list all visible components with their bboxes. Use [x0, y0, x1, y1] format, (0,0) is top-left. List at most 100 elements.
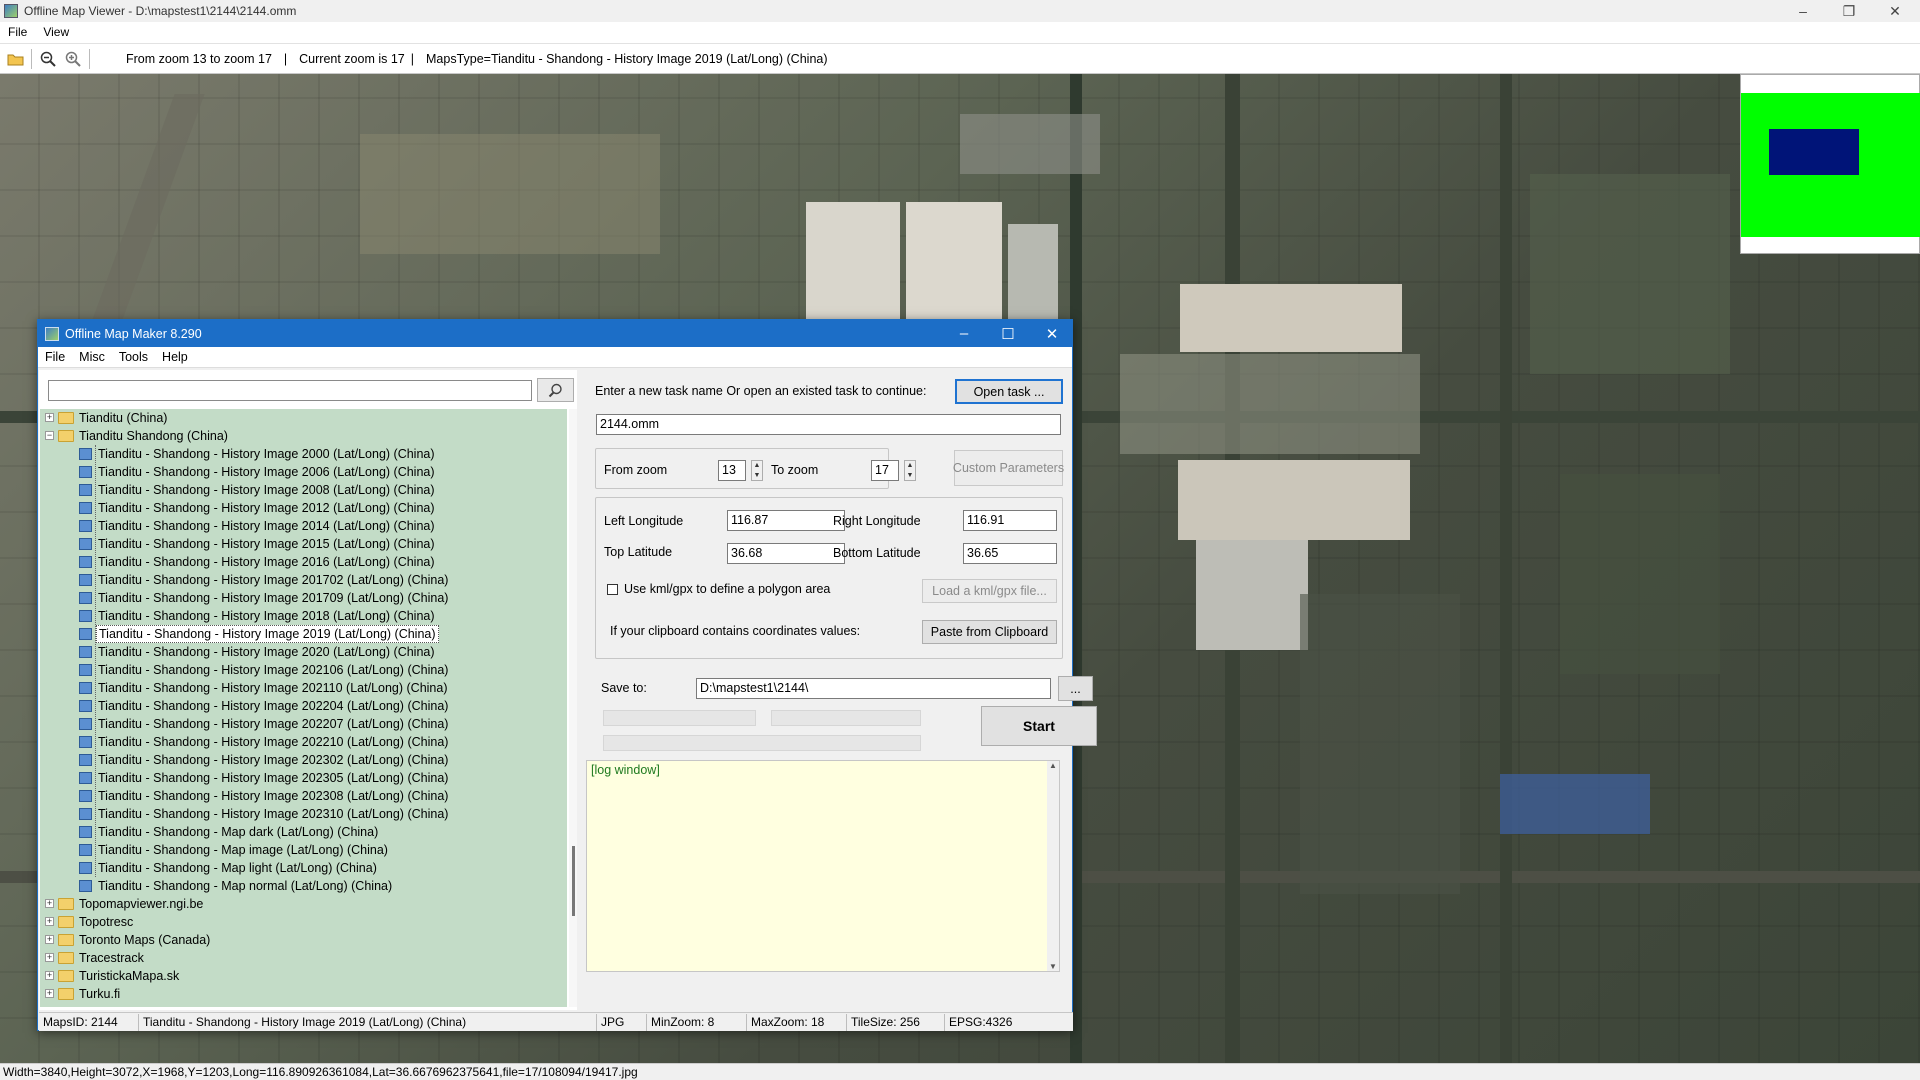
search-button[interactable]	[537, 378, 574, 402]
zoom-in-icon[interactable]	[63, 49, 83, 69]
open-task-button[interactable]: Open task ...	[955, 379, 1063, 404]
restore-icon[interactable]: ❐	[1826, 0, 1872, 22]
map-layer-icon	[79, 718, 92, 730]
tree-group[interactable]: + Turku.fi	[40, 985, 567, 1003]
top-latitude-field[interactable]: 36.68	[727, 543, 845, 564]
spin-up-icon[interactable]: ▲	[907, 462, 914, 469]
spin-up-icon[interactable]: ▲	[754, 462, 761, 469]
overview-minimap[interactable]	[1740, 74, 1920, 254]
collapse-icon[interactable]: −	[45, 431, 54, 440]
menu-misc[interactable]: Misc	[72, 350, 112, 364]
tree-map-item[interactable]: Tianditu - Shandong - Map normal (Lat/Lo…	[40, 877, 567, 895]
tree-group[interactable]: + Topomapviewer.ngi.be	[40, 895, 567, 913]
zoom-out-icon[interactable]	[38, 49, 58, 69]
tree-scroll-thumb[interactable]	[572, 846, 575, 916]
tree-map-item[interactable]: Tianditu - Shandong - History Image 2022…	[40, 715, 567, 733]
search-input[interactable]	[48, 380, 532, 401]
tree-map-label: Tianditu - Shandong - History Image 2023…	[98, 753, 449, 767]
expand-icon[interactable]: +	[45, 413, 54, 422]
tree-map-item[interactable]: Tianditu - Shandong - History Image 2023…	[40, 751, 567, 769]
map-layer-icon	[79, 862, 92, 874]
tree-map-item[interactable]: Tianditu - Shandong - History Image 2022…	[40, 733, 567, 751]
map-source-tree[interactable]: + Tianditu (China) − Tianditu Shandong (Chi…	[40, 409, 567, 1007]
tree-group[interactable]: + Tianditu (China)	[40, 409, 567, 427]
expand-icon[interactable]: +	[45, 989, 54, 998]
maps-id-status: MapsID: 2144	[39, 1013, 139, 1031]
expand-icon[interactable]: +	[45, 935, 54, 944]
tree-group[interactable]: + Topotresc	[40, 913, 567, 931]
expand-icon[interactable]: +	[45, 899, 54, 908]
log-window[interactable]: [log window] ▲ ▼	[586, 760, 1060, 972]
maximize-icon[interactable]: ☐	[986, 320, 1030, 347]
tree-map-item[interactable]: Tianditu - Shandong - History Image 2017…	[40, 589, 567, 607]
from-zoom-label: From zoom	[604, 463, 668, 477]
tree-map-label: Tianditu - Shandong - History Image 2022…	[98, 699, 449, 713]
tree-map-item[interactable]: Tianditu - Shandong - History Image 2019…	[40, 625, 567, 643]
tree-map-item[interactable]: Tianditu - Shandong - History Image 2012…	[40, 499, 567, 517]
viewer-menu-view[interactable]: View	[35, 25, 77, 39]
minimize-icon[interactable]: –	[1780, 0, 1826, 22]
paste-from-clipboard-button[interactable]: Paste from Clipboard	[922, 620, 1057, 644]
browse-button[interactable]: ...	[1058, 676, 1093, 701]
bottom-latitude-field[interactable]: 36.65	[963, 543, 1057, 564]
map-layer-icon	[79, 556, 92, 568]
epsg-status: EPSG:4326	[949, 1014, 1013, 1029]
right-longitude-field[interactable]: 116.91	[963, 510, 1057, 531]
log-scrollbar[interactable]: ▲ ▼	[1047, 761, 1059, 971]
tree-map-item[interactable]: Tianditu - Shandong - History Image 2021…	[40, 661, 567, 679]
tree-map-item[interactable]: Tianditu - Shandong - History Image 2000…	[40, 445, 567, 463]
tree-map-item[interactable]: Tianditu - Shandong - History Image 2014…	[40, 517, 567, 535]
custom-parameters-button[interactable]: Custom Parameters	[953, 450, 1064, 486]
tree-map-item[interactable]: Tianditu - Shandong - History Image 2017…	[40, 571, 567, 589]
tree-map-item[interactable]: Tianditu - Shandong - History Image 2018…	[40, 607, 567, 625]
expand-icon[interactable]: +	[45, 917, 54, 926]
menu-tools[interactable]: Tools	[112, 350, 155, 364]
expand-icon[interactable]: +	[45, 971, 54, 980]
save-to-field[interactable]: D:\mapstest1\2144\	[696, 678, 1051, 699]
menu-help[interactable]: Help	[155, 350, 195, 364]
tree-map-item[interactable]: Tianditu - Shandong - History Image 2022…	[40, 697, 567, 715]
tree-map-item[interactable]: Tianditu - Shandong - History Image 2016…	[40, 553, 567, 571]
to-zoom-field[interactable]: 17	[871, 460, 899, 481]
to-zoom-spinner[interactable]: ▲ ▼	[904, 460, 916, 481]
menu-file[interactable]: File	[38, 350, 72, 364]
task-name-field[interactable]: 2144.omm	[596, 414, 1061, 435]
minimap-viewport[interactable]	[1769, 129, 1859, 175]
tree-map-item[interactable]: Tianditu - Shandong - History Image 2023…	[40, 769, 567, 787]
tree-scrollbar[interactable]	[569, 409, 577, 1007]
tree-map-item[interactable]: Tianditu - Shandong - History Image 2020…	[40, 643, 567, 661]
expand-icon[interactable]: +	[45, 953, 54, 962]
from-zoom-field[interactable]: 13	[718, 460, 746, 481]
tree-map-item[interactable]: Tianditu - Shandong - Map light (Lat/Lon…	[40, 859, 567, 877]
close-icon[interactable]: ✕	[1872, 0, 1918, 22]
spin-down-icon[interactable]: ▼	[754, 472, 761, 479]
left-longitude-field[interactable]: 116.87	[727, 510, 845, 531]
open-folder-icon[interactable]	[5, 49, 25, 69]
minimize-icon[interactable]: –	[942, 320, 986, 347]
kml-polygon-checkbox[interactable]	[607, 584, 618, 595]
tree-map-label: Tianditu - Shandong - History Image 2019…	[96, 625, 439, 643]
viewer-toolbar: From zoom 13 to zoom 17 | Current zoom i…	[0, 43, 1920, 74]
tree-group[interactable]: − Tianditu Shandong (China)	[40, 427, 567, 445]
progress-bar	[771, 710, 921, 726]
spin-down-icon[interactable]: ▼	[907, 472, 914, 479]
tree-map-item[interactable]: Tianditu - Shandong - History Image 2021…	[40, 679, 567, 697]
tree-map-item[interactable]: Tianditu - Shandong - History Image 2015…	[40, 535, 567, 553]
tree-group[interactable]: + Toronto Maps (Canada)	[40, 931, 567, 949]
close-icon[interactable]: ✕	[1030, 320, 1074, 347]
from-zoom-spinner[interactable]: ▲ ▼	[751, 460, 763, 481]
tree-map-item[interactable]: Tianditu - Shandong - History Image 2023…	[40, 805, 567, 823]
format-status: JPG	[597, 1013, 647, 1031]
tree-map-item[interactable]: Tianditu - Shandong - Map image (Lat/Lon…	[40, 841, 567, 859]
load-kml-button[interactable]: Load a kml/gpx file...	[922, 579, 1057, 603]
viewer-menu-file[interactable]: File	[0, 25, 35, 39]
tree-map-item[interactable]: Tianditu - Shandong - History Image 2023…	[40, 787, 567, 805]
tree-map-item[interactable]: Tianditu - Shandong - History Image 2006…	[40, 463, 567, 481]
start-button[interactable]: Start	[981, 706, 1097, 746]
tree-group[interactable]: + TuristickaMapa.sk	[40, 967, 567, 985]
tree-map-item[interactable]: Tianditu - Shandong - History Image 2008…	[40, 481, 567, 499]
left-longitude-label: Left Longitude	[604, 514, 684, 528]
map-layer-icon	[79, 772, 92, 784]
tree-map-item[interactable]: Tianditu - Shandong - Map dark (Lat/Long…	[40, 823, 567, 841]
tree-group[interactable]: + Tracestrack	[40, 949, 567, 967]
